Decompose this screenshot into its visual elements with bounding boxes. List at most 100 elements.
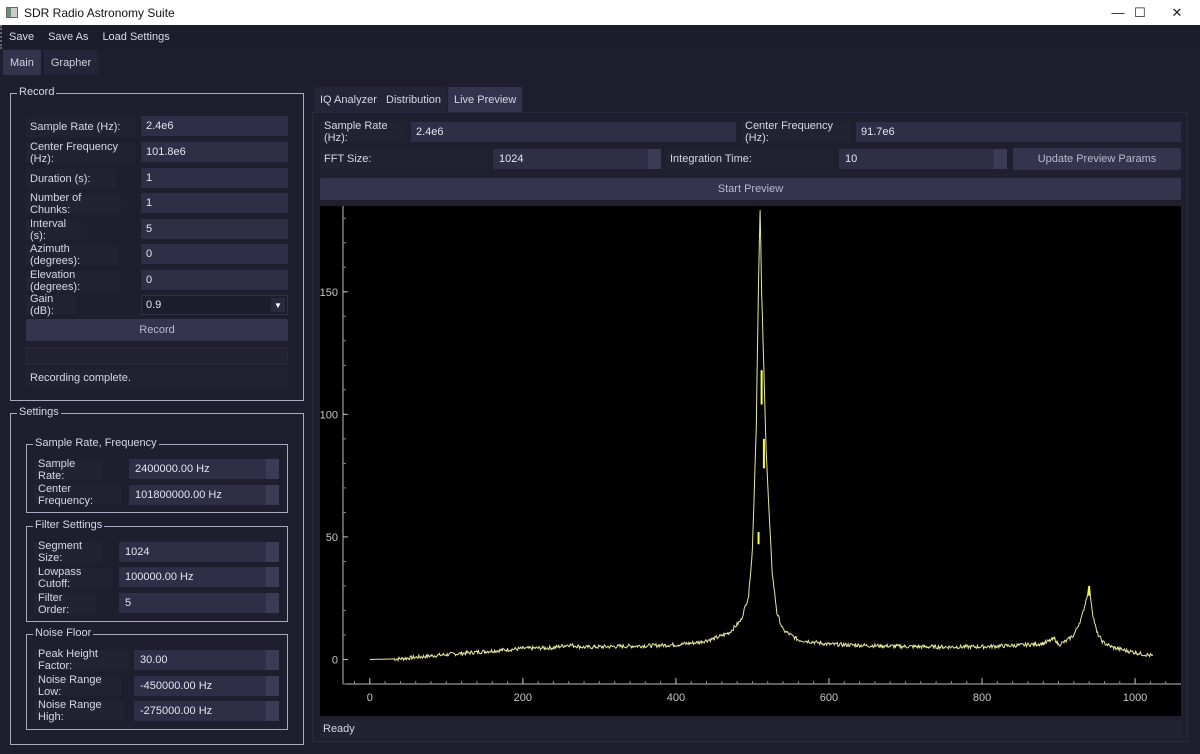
y-tick-label: 50 <box>326 532 338 544</box>
update-preview-params-button[interactable]: Update Preview Params <box>1013 148 1181 170</box>
sample-rate-frequency-title: Sample Rate, Frequency <box>33 437 159 449</box>
title-bar: SDR Radio Astronomy Suite <box>0 0 1200 25</box>
preview-sample-rate-input[interactable]: 2.4e6 <box>411 122 736 142</box>
integration-time-value: 10 <box>845 153 858 165</box>
x-tick-label: 600 <box>820 692 838 704</box>
spectrum-chart: 0 50 100 150 0 200 400 600 800 1000 <box>320 206 1181 704</box>
record-chunks-label: Number of Chunks: <box>26 192 121 216</box>
spectrum-line <box>369 210 1154 662</box>
record-status-text: Recording complete. <box>26 369 288 387</box>
segment-size-label: Segment Size: <box>34 540 102 564</box>
spectrum-plot[interactable]: 0 50 100 150 0 200 400 600 800 1000 <box>320 206 1181 716</box>
spin-arrows-icon[interactable] <box>266 485 279 505</box>
spin-arrows-icon[interactable] <box>266 567 279 587</box>
tab-distribution[interactable]: Distribution <box>380 87 448 112</box>
menu-load-settings[interactable]: Load Settings <box>95 31 176 43</box>
noise-floor-title: Noise Floor <box>33 627 94 639</box>
record-interval-label: Interval (s): <box>26 218 81 242</box>
settings-center-frequency-value: 101800000.00 Hz <box>135 489 222 501</box>
spin-arrows-icon[interactable] <box>266 650 279 670</box>
close-button[interactable]: ✕ <box>1154 0 1200 25</box>
fft-size-value: 1024 <box>499 153 524 165</box>
lowpass-cutoff-spinbox[interactable]: 100000.00 Hz <box>119 567 279 587</box>
settings-center-frequency-spinbox[interactable]: 101800000.00 Hz <box>129 485 279 505</box>
filter-settings-title: Filter Settings <box>33 519 105 531</box>
settings-sample-rate-label: Sample Rate: <box>34 458 102 482</box>
window-title: SDR Radio Astronomy Suite <box>24 5 175 20</box>
record-duration-label: Duration (s): <box>26 169 116 189</box>
record-elevation-input[interactable]: 0 <box>141 270 288 290</box>
y-tick-label: 0 <box>332 654 338 666</box>
spin-arrows-icon[interactable] <box>266 676 279 696</box>
chevron-down-icon: ▼ <box>271 298 285 312</box>
preview-sample-rate-label: Sample Rate (Hz): <box>320 120 406 144</box>
y-tick-label: 150 <box>320 287 338 299</box>
segment-size-spinbox[interactable]: 1024 <box>119 542 279 562</box>
preview-center-frequency-input[interactable]: 91.7e6 <box>856 122 1181 142</box>
x-tick-label: 800 <box>973 692 991 704</box>
menu-bar: Save Save As Load Settings <box>0 25 1200 49</box>
segment-size-value: 1024 <box>125 546 150 558</box>
y-tick-label: 100 <box>320 409 338 421</box>
x-tick-label: 0 <box>367 692 373 704</box>
x-tick-label: 200 <box>514 692 532 704</box>
fft-size-spinbox[interactable]: 1024 <box>493 149 661 169</box>
tab-iq-analyzer[interactable]: IQ Analyzer <box>314 87 383 112</box>
noise-range-high-label: Noise Range High: <box>34 699 124 723</box>
record-chunks-input[interactable]: 1 <box>141 193 288 213</box>
record-button[interactable]: Record <box>26 319 288 341</box>
main-tab-bar: Main Grapher <box>0 50 99 75</box>
app-icon <box>6 7 18 18</box>
record-interval-input[interactable]: 5 <box>141 219 288 239</box>
noise-range-high-value: -275000.00 Hz <box>140 705 213 717</box>
record-azimuth-label: Azimuth (degrees): <box>26 243 118 267</box>
x-tick-label: 1000 <box>1123 692 1147 704</box>
record-sample-rate-label: Sample Rate (Hz): <box>26 117 136 137</box>
spin-arrows-icon[interactable] <box>266 701 279 721</box>
settings-sample-rate-spinbox[interactable]: 2400000.00 Hz <box>129 459 279 479</box>
lowpass-cutoff-value: 100000.00 Hz <box>125 571 194 583</box>
menu-save[interactable]: Save <box>2 31 41 43</box>
gain-label: Gain (dB): <box>26 293 76 317</box>
spin-arrows-icon[interactable] <box>648 149 661 169</box>
record-sample-rate-input[interactable]: 2.4e6 <box>141 116 288 136</box>
settings-group-title: Settings <box>17 406 61 418</box>
spin-arrows-icon[interactable] <box>266 459 279 479</box>
record-elevation-label: Elevation (degrees): <box>26 269 120 293</box>
close-icon: ✕ <box>1171 4 1183 20</box>
tab-live-preview[interactable]: Live Preview <box>448 87 523 112</box>
noise-range-low-value: -450000.00 Hz <box>140 680 213 692</box>
record-center-frequency-label: Center Frequency (Hz): <box>26 141 136 165</box>
record-duration-input[interactable]: 1 <box>141 168 288 188</box>
spin-arrows-icon[interactable] <box>994 149 1007 169</box>
status-text: Ready <box>323 723 355 735</box>
noise-range-low-spinbox[interactable]: -450000.00 Hz <box>134 676 279 696</box>
tab-main[interactable]: Main <box>3 50 41 75</box>
integration-time-spinbox[interactable]: 10 <box>839 149 1007 169</box>
filter-order-label: Filter Order: <box>34 592 96 616</box>
lowpass-cutoff-label: Lowpass Cutoff: <box>34 566 112 590</box>
peak-height-factor-spinbox[interactable]: 30.00 <box>134 650 279 670</box>
maximize-icon: ☐ <box>1134 4 1146 20</box>
record-center-frequency-input[interactable]: 101.8e6 <box>141 142 288 162</box>
tab-grapher[interactable]: Grapher <box>43 50 99 75</box>
menu-save-as[interactable]: Save As <box>41 31 95 43</box>
spin-arrows-icon[interactable] <box>266 542 279 562</box>
noise-range-high-spinbox[interactable]: -275000.00 Hz <box>134 701 279 721</box>
record-azimuth-input[interactable]: 0 <box>141 244 288 264</box>
settings-center-frequency-label: Center Frequency: <box>34 483 122 507</box>
peak-height-factor-value: 30.00 <box>140 654 168 666</box>
filter-order-value: 5 <box>125 597 132 609</box>
integration-time-label: Integration Time: <box>666 149 833 169</box>
start-preview-button[interactable]: Start Preview <box>320 178 1181 200</box>
status-bar: Ready <box>320 720 1181 738</box>
record-group-title: Record <box>17 86 57 98</box>
filter-order-spinbox[interactable]: 5 <box>119 593 279 613</box>
settings-sample-rate-value: 2400000.00 Hz <box>135 463 210 475</box>
record-progress-bar <box>26 347 288 365</box>
x-tick-label: 400 <box>667 692 685 704</box>
spin-arrows-icon[interactable] <box>266 593 279 613</box>
preview-center-frequency-label: Center Frequency (Hz): <box>741 120 851 144</box>
peak-height-factor-label: Peak Height Factor: <box>34 648 128 672</box>
gain-select[interactable]: 0.9 ▼ <box>141 295 288 315</box>
